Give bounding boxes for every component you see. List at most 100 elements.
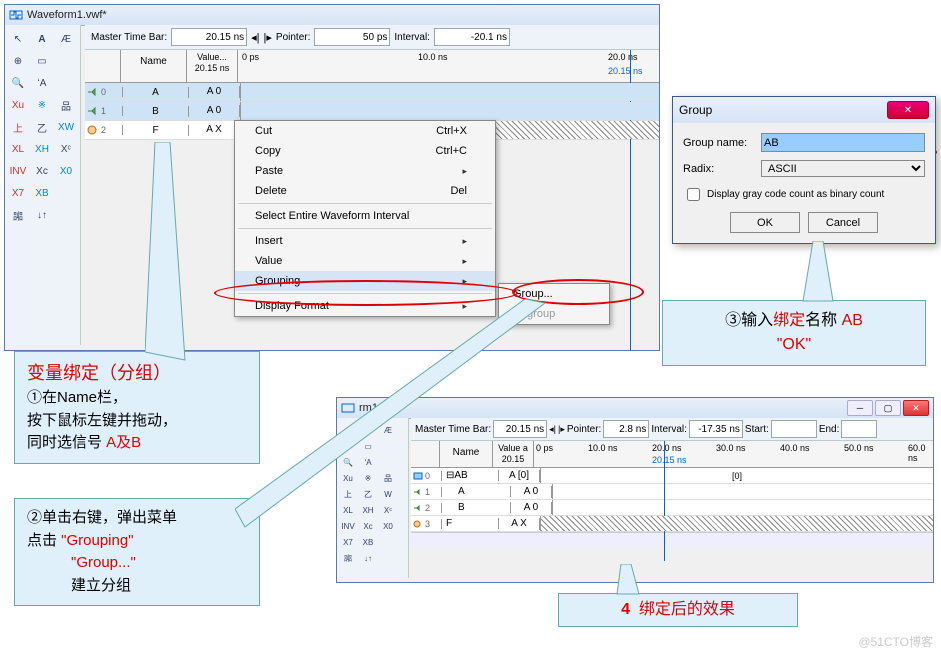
bus-waveform[interactable]: [0]: [540, 468, 933, 483]
tool-xu[interactable]: Xu: [339, 470, 357, 486]
result-scrollbar[interactable]: [411, 532, 933, 547]
tool-xo[interactable]: X0: [55, 161, 77, 181]
tool-full[interactable]: ▭: [359, 438, 377, 454]
interval-input[interactable]: [434, 28, 510, 46]
gray-code-checkbox[interactable]: [687, 188, 700, 201]
menu-value[interactable]: Value: [235, 251, 495, 271]
col-icon: [85, 50, 121, 82]
master-time-input[interactable]: [171, 28, 247, 46]
radix-select[interactable]: ASCII: [761, 160, 925, 177]
master-time-label: Master Time Bar:: [91, 32, 167, 43]
tool-inv[interactable]: INV: [7, 161, 29, 181]
menu-select-interval[interactable]: Select Entire Waveform Interval: [235, 206, 495, 226]
tool-xb[interactable]: XB: [31, 183, 53, 203]
signal-row-b[interactable]: 1 B A 0: [85, 102, 659, 121]
dialog-titlebar: Group ✕: [673, 97, 935, 123]
signal-row-f-result[interactable]: 3 F A X: [411, 516, 933, 532]
tool-z[interactable]: 乙: [359, 486, 377, 502]
signal-row-ab[interactable]: 0 ⊟ AB A [0] [0]: [411, 468, 933, 484]
waveform-a[interactable]: [240, 83, 659, 101]
minimize-button[interactable]: ─: [847, 400, 873, 416]
tool-x7[interactable]: X7: [7, 183, 29, 203]
waveform-b[interactable]: [240, 102, 659, 120]
result-pointer-input[interactable]: [603, 420, 649, 438]
result-master-input[interactable]: [493, 420, 547, 438]
tool-full[interactable]: ▭: [31, 51, 53, 71]
tool-p[interactable]: 品: [379, 470, 397, 486]
submenu-group[interactable]: Group...: [499, 284, 609, 304]
submenu-ungroup[interactable]: Ungroup: [499, 304, 609, 324]
app-icon: [341, 401, 355, 415]
annotation-3: ③输入绑定名称 AB "OK": [662, 300, 926, 366]
tool-text[interactable]: A: [31, 29, 53, 49]
tool-text[interactable]: A: [359, 422, 377, 438]
menu-cut[interactable]: CutCtrl+X: [235, 121, 495, 141]
menu-separator: [238, 203, 492, 204]
tool-cursor[interactable]: ↖: [7, 29, 29, 49]
tool-inv[interactable]: INV: [339, 518, 357, 534]
result-end-input[interactable]: [841, 420, 877, 438]
result-interval-input[interactable]: [689, 420, 743, 438]
tool-w[interactable]: W: [379, 486, 397, 502]
nav-prev-icon[interactable]: ◂|: [549, 424, 556, 435]
timebar: Master Time Bar: ◂||▸ Pointer: Interval:: [85, 25, 659, 50]
tool-xc[interactable]: Xᶜ: [379, 502, 397, 518]
expand-icon[interactable]: ⊟: [446, 470, 454, 481]
menu-copy[interactable]: CopyCtrl+C: [235, 141, 495, 161]
tool-xb[interactable]: XB: [359, 534, 377, 550]
signal-row-b-child[interactable]: 2 B A 0: [411, 500, 933, 516]
tool-g1[interactable]: 嘂: [7, 205, 29, 225]
tool-wave[interactable]: Æ: [55, 29, 77, 49]
tool-replace[interactable]: ʻA: [31, 73, 53, 93]
column-headers: Name Value...20.15 ns 0 ps 10.0 ns 20.0 …: [85, 50, 659, 83]
tool-xx[interactable]: ※: [359, 470, 377, 486]
tool-g2[interactable]: ↓↑: [359, 550, 377, 566]
tool-l[interactable]: 上: [339, 486, 357, 502]
nav-prev-icon[interactable]: ◂|: [251, 31, 259, 44]
group-name-input[interactable]: [761, 133, 925, 152]
col-name: Name: [121, 50, 187, 82]
pointer-input[interactable]: [314, 28, 390, 46]
tool-xu[interactable]: Xu: [7, 95, 29, 115]
tool-xh[interactable]: XH: [31, 139, 53, 159]
close-button[interactable]: ✕: [903, 400, 929, 416]
tool-find[interactable]: 🔍: [339, 454, 357, 470]
ok-button[interactable]: OK: [730, 212, 800, 233]
tool-cursor[interactable]: ↖: [339, 422, 357, 438]
tool-xl[interactable]: XL: [7, 139, 29, 159]
menu-insert[interactable]: Insert: [235, 231, 495, 251]
tool-xx[interactable]: ※: [31, 95, 53, 115]
tool-w[interactable]: XW: [55, 117, 77, 137]
nav-next-icon[interactable]: |▸: [558, 424, 565, 435]
maximize-button[interactable]: ▢: [875, 400, 901, 416]
tool-xc2[interactable]: Xc: [359, 518, 377, 534]
tool-xo[interactable]: X0: [379, 518, 397, 534]
tool-l[interactable]: 上: [7, 117, 29, 137]
tool-find[interactable]: 🔍: [7, 73, 29, 93]
result-start-input[interactable]: [771, 420, 817, 438]
result-title: rm1.vwf*: [359, 402, 402, 414]
tool-xh[interactable]: XH: [359, 502, 377, 518]
time-ruler: 0 ps 10.0 ns 20.0 ns 20.15 ns: [238, 50, 659, 82]
tool-xl[interactable]: XL: [339, 502, 357, 518]
tool-zoom[interactable]: ⊕: [7, 51, 29, 71]
nav-next-icon[interactable]: |▸: [264, 31, 272, 44]
menu-delete[interactable]: DeleteDel: [235, 181, 495, 201]
tool-p[interactable]: 品: [55, 95, 77, 115]
signal-row-a[interactable]: 0 A A 0: [85, 83, 659, 102]
tool-g1[interactable]: 嘂: [339, 550, 357, 566]
menu-paste[interactable]: Paste: [235, 161, 495, 181]
tool-wave[interactable]: Æ: [379, 422, 397, 438]
tool-replace[interactable]: ʻA: [359, 454, 377, 470]
menu-display-format[interactable]: Display Format: [235, 296, 495, 316]
signal-row-a-child[interactable]: 1 A A 0: [411, 484, 933, 500]
cancel-button[interactable]: Cancel: [808, 212, 878, 233]
tool-xc[interactable]: Xᶜ: [55, 139, 77, 159]
tool-z[interactable]: 乙: [31, 117, 53, 137]
dialog-close-button[interactable]: ✕: [887, 101, 929, 119]
tool-xc2[interactable]: Xc: [31, 161, 53, 181]
tool-x7[interactable]: X7: [339, 534, 357, 550]
tool-g2[interactable]: ↓↑: [31, 205, 53, 225]
menu-grouping[interactable]: Grouping: [235, 271, 495, 291]
tool-zoom[interactable]: ⊕: [339, 438, 357, 454]
